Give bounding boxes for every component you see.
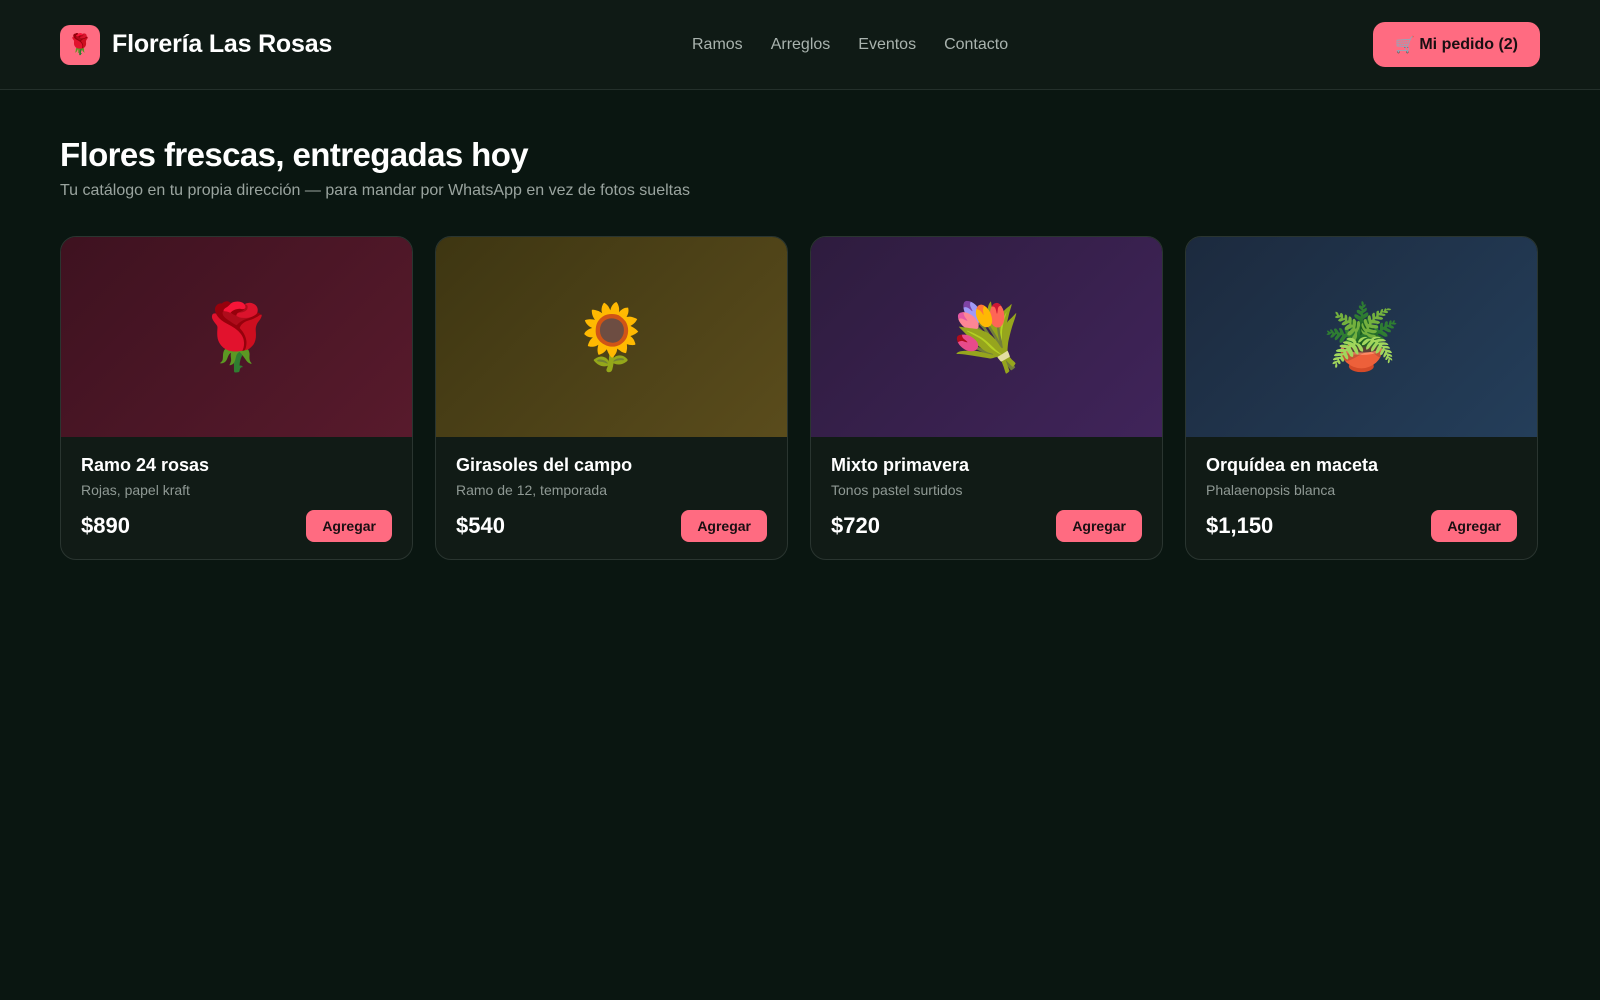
- product-grid: 🌹 Ramo 24 rosas Rojas, papel kraft $890 …: [60, 236, 1540, 560]
- product-name: Mixto primavera: [831, 455, 970, 475]
- cart-icon: 🛒: [1395, 36, 1416, 54]
- add-to-order-button[interactable]: Agregar: [681, 510, 767, 542]
- product-price: $720: [831, 513, 880, 538]
- nav-link-arreglos[interactable]: Arreglos: [771, 36, 831, 54]
- product-description: Ramo de 12, temporada: [456, 482, 607, 498]
- potted-plant-icon: 🪴: [1321, 300, 1402, 373]
- sunflower-icon: 🌻: [571, 300, 652, 373]
- product-price: $890: [81, 513, 130, 538]
- product-price: $1,150: [1206, 513, 1274, 538]
- rose-icon: 🌹: [196, 300, 277, 373]
- site-header: 🌹 Florería Las Rosas Ramos Arreglos Even…: [0, 0, 1600, 90]
- add-to-order-button[interactable]: Agregar: [1431, 510, 1517, 542]
- main-nav: Ramos Arreglos Eventos Contacto: [692, 0, 1008, 90]
- product-name: Ramo 24 rosas: [81, 455, 210, 475]
- product-description: Rojas, papel kraft: [81, 482, 190, 498]
- rose-logo-icon: 🌹: [60, 24, 100, 65]
- add-to-order-button[interactable]: Agregar: [306, 510, 392, 542]
- product-description: Tonos pastel surtidos: [831, 482, 963, 498]
- nav-link-eventos[interactable]: Eventos: [858, 36, 916, 54]
- brand[interactable]: 🌹 Florería Las Rosas: [60, 24, 333, 65]
- nav-link-ramos[interactable]: Ramos: [692, 36, 743, 54]
- product-description: Phalaenopsis blanca: [1206, 482, 1336, 498]
- product-price: $540: [456, 513, 505, 538]
- my-order-button[interactable]: 🛒 Mi pedido (2): [1373, 22, 1540, 67]
- product-image: 🪴: [1186, 237, 1537, 437]
- hero: Flores frescas, entregadas hoy Tu catálo…: [0, 90, 1600, 200]
- product-image: 💐: [811, 237, 1162, 437]
- bouquet-icon: 💐: [946, 300, 1027, 373]
- page-title: Flores frescas, entregadas hoy: [60, 136, 529, 173]
- product-card: 🌹 Ramo 24 rosas Rojas, papel kraft $890 …: [60, 236, 413, 560]
- product-card: 🪴 Orquídea en maceta Phalaenopsis blanca…: [1185, 236, 1538, 560]
- page-subtitle: Tu catálogo en tu propia dirección — par…: [60, 182, 690, 199]
- product-image: 🌻: [436, 237, 787, 437]
- add-to-order-button[interactable]: Agregar: [1056, 510, 1142, 542]
- product-image: 🌹: [61, 237, 412, 437]
- brand-name: Florería Las Rosas: [112, 30, 333, 58]
- product-card: 🌻 Girasoles del campo Ramo de 12, tempor…: [435, 236, 788, 560]
- my-order-label: Mi pedido (2): [1419, 35, 1518, 53]
- nav-link-contacto[interactable]: Contacto: [944, 36, 1008, 54]
- product-name: Girasoles del campo: [456, 455, 633, 475]
- product-card: 💐 Mixto primavera Tonos pastel surtidos …: [810, 236, 1163, 560]
- product-name: Orquídea en maceta: [1206, 455, 1379, 475]
